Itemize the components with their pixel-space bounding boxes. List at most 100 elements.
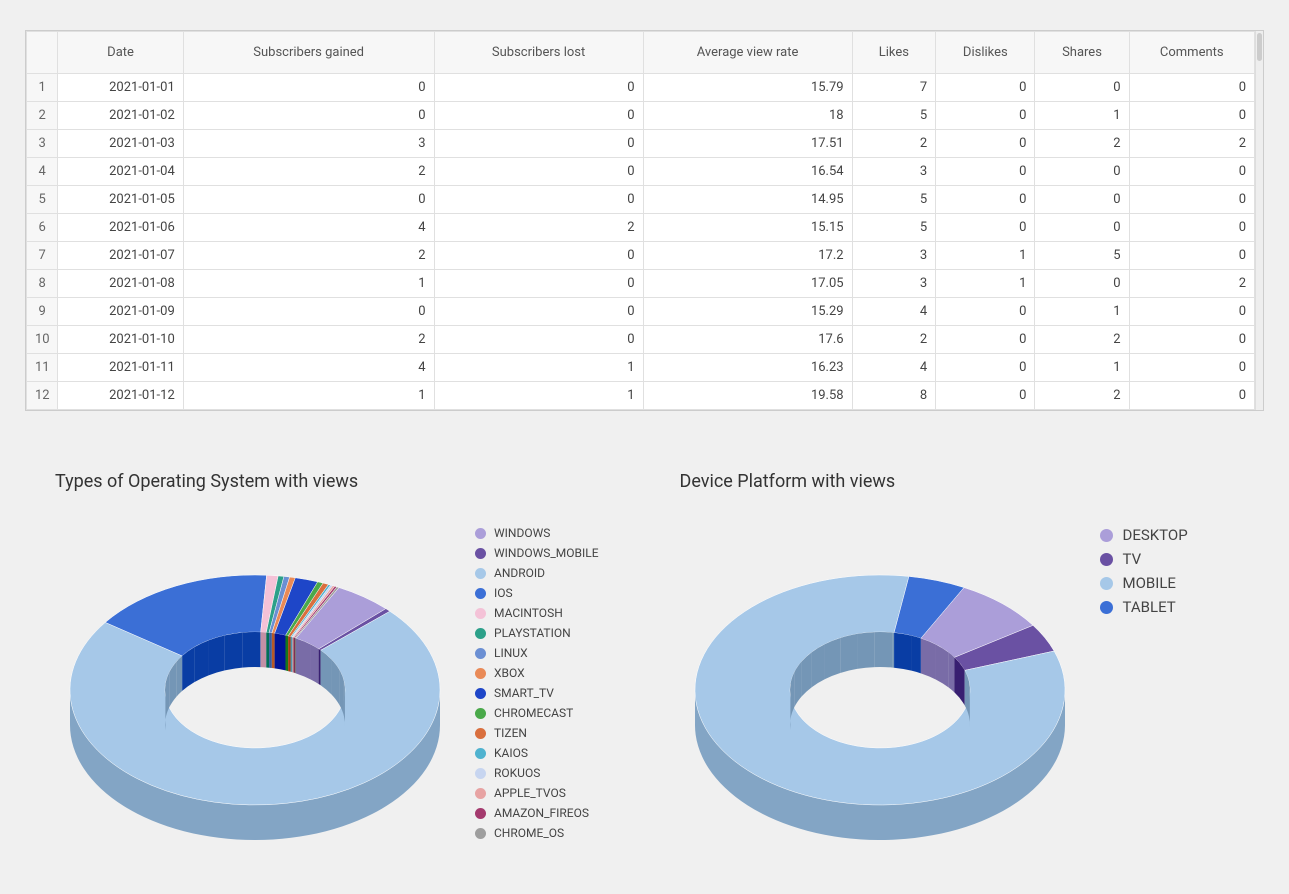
table-cell[interactable]: 0: [1129, 354, 1254, 382]
table-row[interactable]: 102021-01-102017.62020: [27, 326, 1255, 354]
table-cell[interactable]: 2: [1129, 130, 1254, 158]
legend-item[interactable]: PLAYSTATION: [475, 626, 599, 640]
legend-item[interactable]: AMAZON_FIREOS: [475, 806, 599, 820]
table-cell[interactable]: 0: [1129, 214, 1254, 242]
table-cell[interactable]: 2021-01-06: [58, 214, 183, 242]
table-cell[interactable]: 0: [1035, 158, 1129, 186]
col-header[interactable]: Subscribers lost: [434, 32, 643, 74]
table-cell[interactable]: 2: [1035, 382, 1129, 410]
table-cell[interactable]: 2: [852, 130, 936, 158]
col-header[interactable]: Dislikes: [936, 32, 1035, 74]
table-cell[interactable]: 15.29: [643, 298, 852, 326]
table-cell[interactable]: 4: [852, 298, 936, 326]
legend-item[interactable]: KAIOS: [475, 746, 599, 760]
table-cell[interactable]: 2021-01-07: [58, 242, 183, 270]
table-cell[interactable]: 0: [434, 130, 643, 158]
table-cell[interactable]: 3: [852, 242, 936, 270]
table-row[interactable]: 62021-01-064215.155000: [27, 214, 1255, 242]
scrollbar-thumb[interactable]: [1257, 33, 1262, 61]
table-cell[interactable]: 2021-01-05: [58, 186, 183, 214]
col-header[interactable]: Date: [58, 32, 183, 74]
legend-item[interactable]: LINUX: [475, 646, 599, 660]
table-cell[interactable]: 4: [183, 354, 434, 382]
legend-item[interactable]: WINDOWS: [475, 526, 599, 540]
table-cell[interactable]: 0: [936, 130, 1035, 158]
table-cell[interactable]: 0: [1129, 102, 1254, 130]
col-header[interactable]: Subscribers gained: [183, 32, 434, 74]
table-cell[interactable]: 0: [1035, 214, 1129, 242]
table-cell[interactable]: 2: [434, 214, 643, 242]
table-cell[interactable]: 2: [1129, 270, 1254, 298]
table-cell[interactable]: 0: [936, 186, 1035, 214]
legend-item[interactable]: CHROMECAST: [475, 706, 599, 720]
table-cell[interactable]: 2021-01-01: [58, 74, 183, 102]
table-cell[interactable]: 17.2: [643, 242, 852, 270]
table-cell[interactable]: 0: [936, 214, 1035, 242]
table-cell[interactable]: 0: [183, 186, 434, 214]
table-cell[interactable]: 0: [183, 74, 434, 102]
table-cell[interactable]: 0: [936, 382, 1035, 410]
table-row[interactable]: 92021-01-090015.294010: [27, 298, 1255, 326]
table-cell[interactable]: 2: [1035, 130, 1129, 158]
table-cell[interactable]: 4: [183, 214, 434, 242]
col-header[interactable]: Average view rate: [643, 32, 852, 74]
table-cell[interactable]: 15.15: [643, 214, 852, 242]
legend-item[interactable]: ROKUOS: [475, 766, 599, 780]
device-donut-chart[interactable]: [680, 520, 1080, 874]
table-cell[interactable]: 0: [1129, 186, 1254, 214]
table-cell[interactable]: 1: [183, 270, 434, 298]
table-cell[interactable]: 1: [1035, 354, 1129, 382]
table-cell[interactable]: 0: [1035, 74, 1129, 102]
table-cell[interactable]: 0: [434, 242, 643, 270]
table-cell[interactable]: 3: [852, 158, 936, 186]
table-cell[interactable]: 0: [936, 354, 1035, 382]
table-cell[interactable]: 2: [852, 326, 936, 354]
legend-item[interactable]: XBOX: [475, 666, 599, 680]
table-cell[interactable]: 16.23: [643, 354, 852, 382]
table-cell[interactable]: 5: [1035, 242, 1129, 270]
table-cell[interactable]: 17.05: [643, 270, 852, 298]
table-cell[interactable]: 0: [1129, 158, 1254, 186]
table-cell[interactable]: 16.54: [643, 158, 852, 186]
table-cell[interactable]: 2: [1035, 326, 1129, 354]
table-cell[interactable]: 17.51: [643, 130, 852, 158]
table-scrollbar[interactable]: [1255, 31, 1263, 410]
table-cell[interactable]: 0: [936, 102, 1035, 130]
table-cell[interactable]: 0: [434, 298, 643, 326]
table-cell[interactable]: 1: [434, 354, 643, 382]
table-cell[interactable]: 2021-01-12: [58, 382, 183, 410]
table-cell[interactable]: 1: [936, 270, 1035, 298]
table-cell[interactable]: 2021-01-08: [58, 270, 183, 298]
table-cell[interactable]: 17.6: [643, 326, 852, 354]
col-header[interactable]: Likes: [852, 32, 936, 74]
table-cell[interactable]: 3: [852, 270, 936, 298]
table-cell[interactable]: 0: [1129, 326, 1254, 354]
table-cell[interactable]: 0: [1035, 186, 1129, 214]
table-cell[interactable]: 7: [852, 74, 936, 102]
col-header[interactable]: Shares: [1035, 32, 1129, 74]
legend-item[interactable]: TIZEN: [475, 726, 599, 740]
table-cell[interactable]: 0: [1129, 382, 1254, 410]
legend-item[interactable]: TABLET: [1100, 598, 1188, 616]
legend-item[interactable]: APPLE_TVOS: [475, 786, 599, 800]
table-cell[interactable]: 1: [936, 242, 1035, 270]
table-cell[interactable]: 1: [183, 382, 434, 410]
table-cell[interactable]: 19.58: [643, 382, 852, 410]
legend-item[interactable]: IOS: [475, 586, 599, 600]
table-cell[interactable]: 2021-01-04: [58, 158, 183, 186]
table-row[interactable]: 82021-01-081017.053102: [27, 270, 1255, 298]
legend-item[interactable]: DESKTOP: [1100, 526, 1188, 544]
table-row[interactable]: 22021-01-0200185010: [27, 102, 1255, 130]
table-cell[interactable]: 18: [643, 102, 852, 130]
table-cell[interactable]: 0: [434, 102, 643, 130]
table-cell[interactable]: 2021-01-09: [58, 298, 183, 326]
table-cell[interactable]: 0: [434, 74, 643, 102]
legend-item[interactable]: MOBILE: [1100, 574, 1188, 592]
table-cell[interactable]: 1: [434, 382, 643, 410]
table-cell[interactable]: 14.95: [643, 186, 852, 214]
table-cell[interactable]: 0: [434, 270, 643, 298]
analytics-table[interactable]: DateSubscribers gainedSubscribers lostAv…: [26, 31, 1255, 410]
table-cell[interactable]: 0: [183, 102, 434, 130]
os-donut-chart[interactable]: [55, 520, 455, 874]
table-cell[interactable]: 5: [852, 186, 936, 214]
